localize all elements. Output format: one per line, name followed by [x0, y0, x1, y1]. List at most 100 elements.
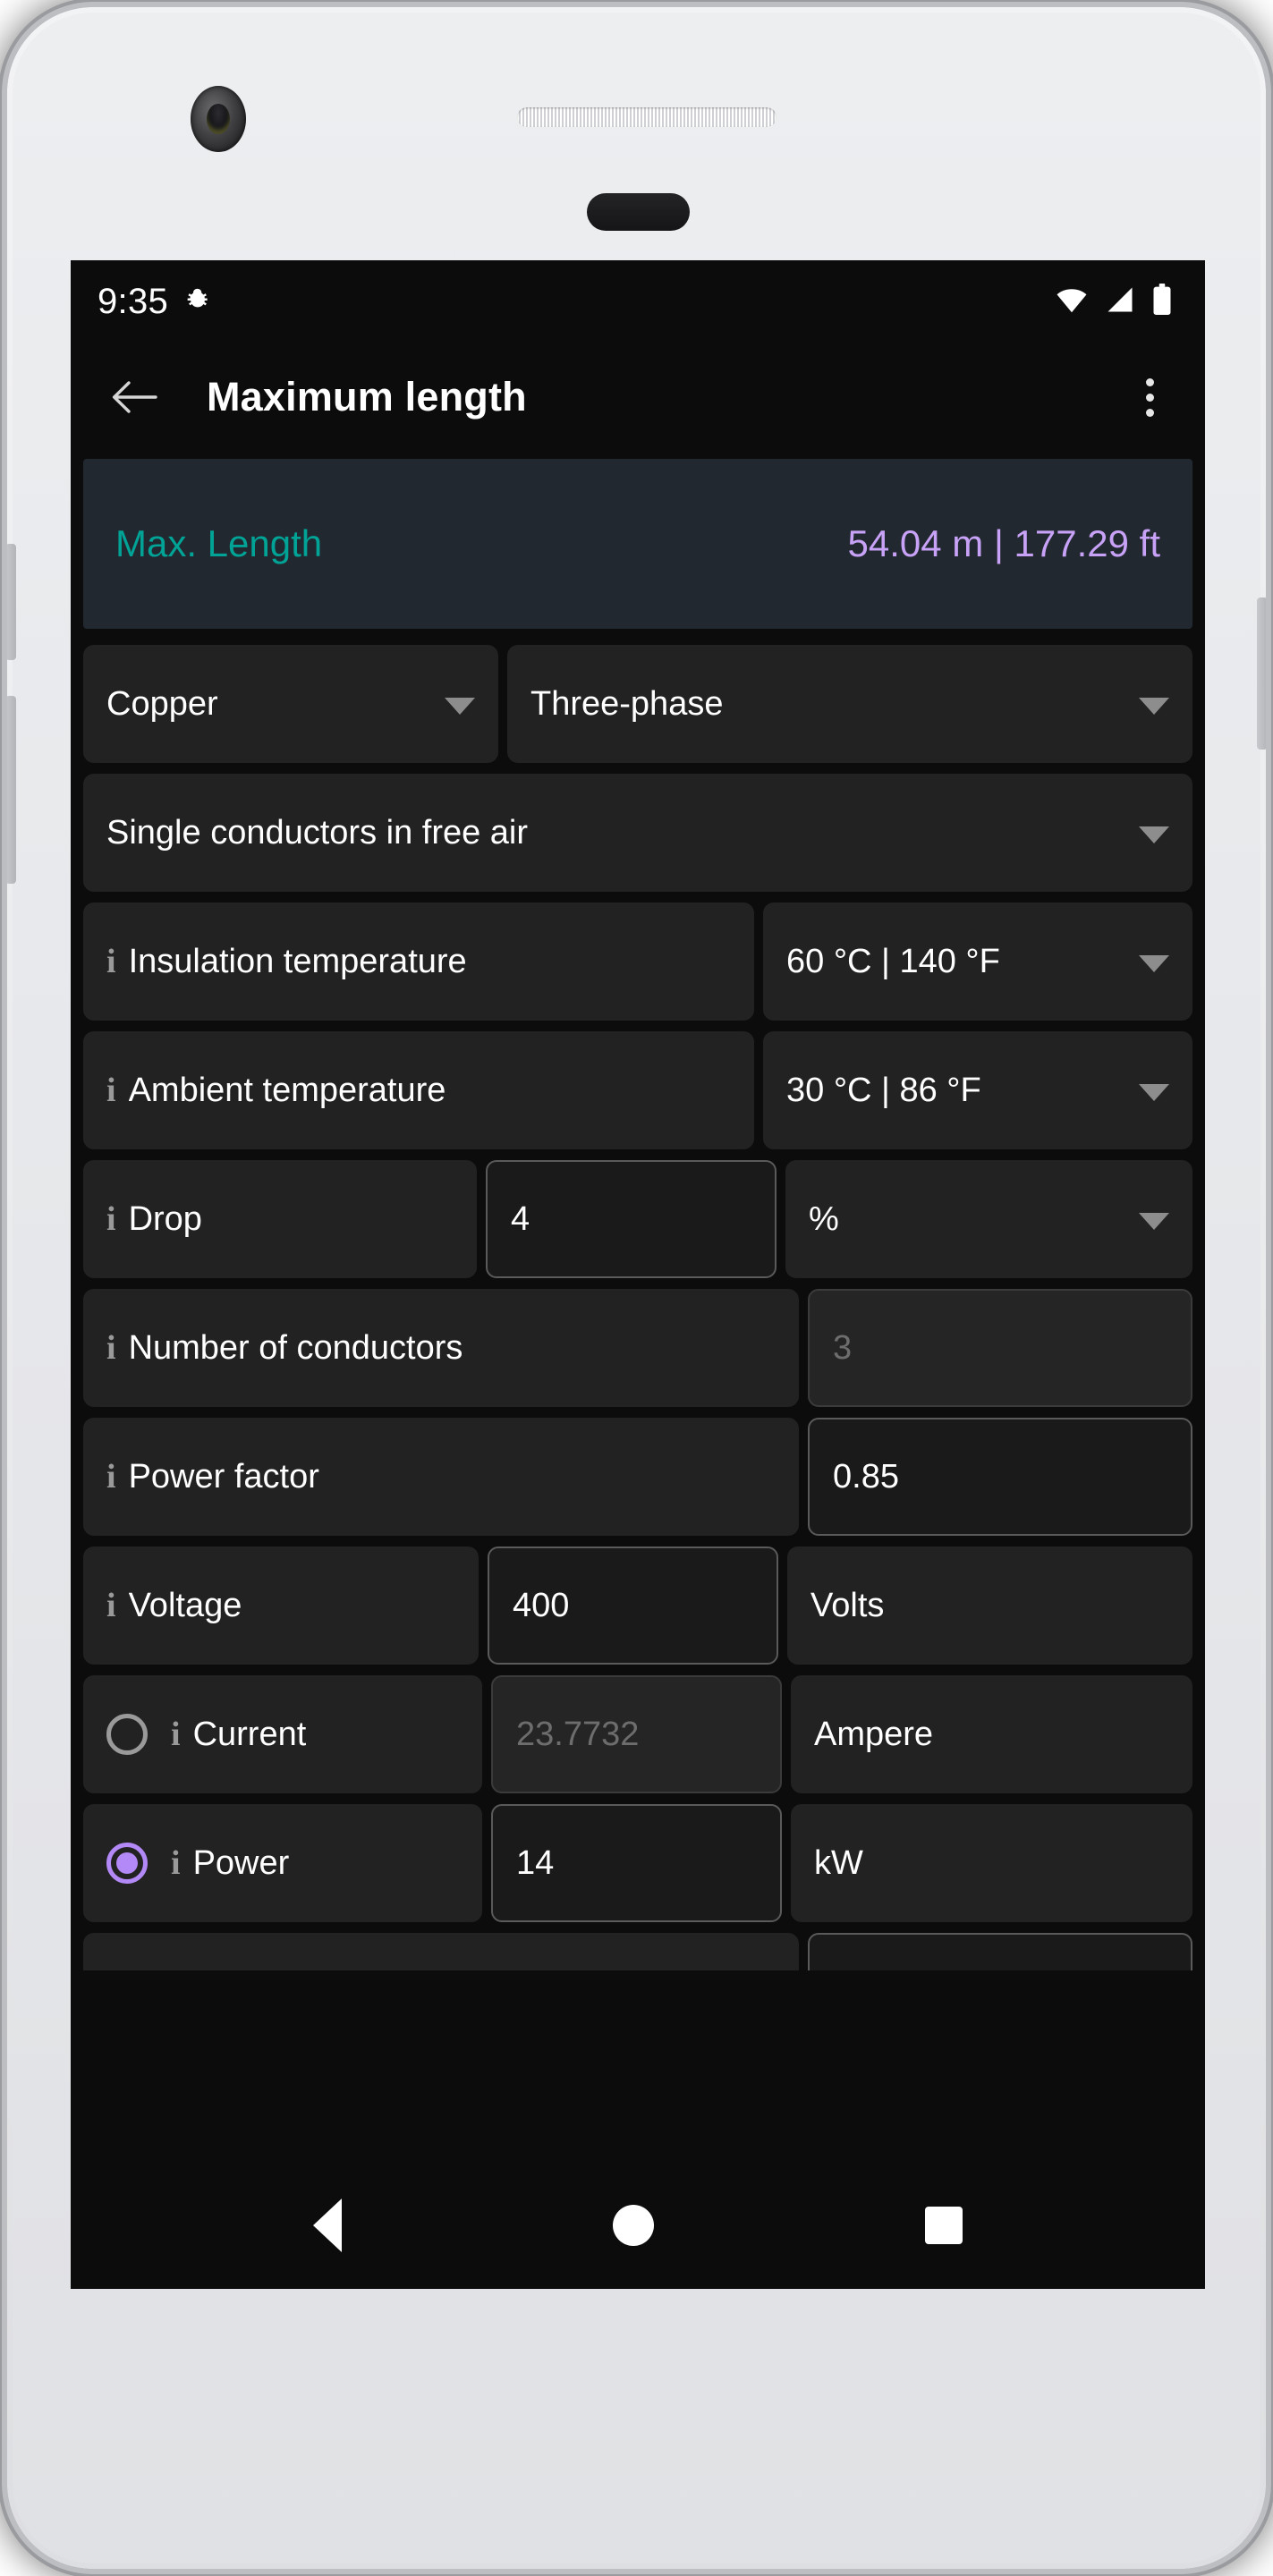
- power-label: Power: [192, 1843, 290, 1882]
- insulation-temperature-dropdown[interactable]: 60 °C | 140 °F: [763, 902, 1192, 1021]
- back-triangle-icon[interactable]: [313, 2199, 343, 2252]
- current-input[interactable]: 23.7732: [491, 1675, 782, 1793]
- power-input[interactable]: 14: [491, 1804, 782, 1922]
- current-unit-cell: Ampere: [791, 1675, 1192, 1793]
- correction-factor-input[interactable]: 1: [808, 1933, 1192, 1970]
- installation-dropdown[interactable]: Single conductors in free air: [83, 774, 1192, 892]
- info-icon[interactable]: i: [106, 1199, 116, 1239]
- insulation-temperature-label-cell[interactable]: i Insulation temperature: [83, 902, 754, 1021]
- power-factor-label-cell[interactable]: i Power factor: [83, 1418, 799, 1536]
- current-unit: Ampere: [814, 1715, 934, 1753]
- status-bar-right: [1055, 283, 1173, 320]
- volume-button[interactable]: [7, 696, 16, 884]
- bug-icon: [182, 286, 213, 317]
- row-power-factor: i Power factor 0.85: [83, 1418, 1192, 1536]
- ambient-temperature-label: Ambient temperature: [128, 1071, 446, 1109]
- page-title: Maximum length: [207, 374, 527, 419]
- current-radio-button[interactable]: [106, 1714, 148, 1755]
- side-button-right[interactable]: [1257, 597, 1266, 750]
- voltage-label: Voltage: [128, 1586, 242, 1624]
- power-unit: kW: [814, 1843, 863, 1882]
- power-unit-cell: kW: [791, 1804, 1192, 1922]
- row-correction-factor: i User Defined Correction Factor 1: [83, 1933, 1192, 1970]
- calculator-form: Max. Length 54.04 m | 177.29 ft Copper T…: [71, 452, 1205, 2162]
- voltage-unit: Volts: [810, 1586, 885, 1624]
- row-power: i Power 14 kW: [83, 1804, 1192, 1922]
- cellular-signal-icon: [1104, 286, 1136, 318]
- overflow-menu-icon[interactable]: [1121, 364, 1178, 430]
- result-value: 54.04 m | 177.29 ft: [847, 522, 1160, 564]
- installation-value: Single conductors in free air: [106, 813, 529, 852]
- voltage-input[interactable]: 400: [488, 1546, 778, 1665]
- row-number-of-conductors: i Number of conductors 3: [83, 1289, 1192, 1407]
- status-time: 9:35: [98, 281, 169, 321]
- status-bar-left: 9:35: [98, 282, 213, 322]
- power-radio-button[interactable]: [106, 1843, 148, 1884]
- app-bar: Maximum length: [71, 343, 1205, 452]
- conductors-label: Number of conductors: [128, 1328, 463, 1367]
- conductors-input[interactable]: 3: [808, 1289, 1192, 1407]
- drop-label-cell[interactable]: i Drop: [83, 1160, 477, 1278]
- insulation-temperature-value: 60 °C | 140 °F: [786, 942, 1000, 980]
- row-material-phase: Copper Three-phase: [83, 645, 1192, 763]
- info-icon[interactable]: i: [106, 1328, 116, 1368]
- material-dropdown[interactable]: Copper: [83, 645, 498, 763]
- overflow-dot: [1145, 393, 1154, 402]
- drop-label: Drop: [128, 1199, 202, 1238]
- wifi-icon: [1055, 286, 1089, 318]
- info-icon[interactable]: i: [106, 942, 116, 981]
- info-icon[interactable]: i: [106, 1457, 116, 1496]
- chevron-down-icon: [1139, 955, 1169, 972]
- material-value: Copper: [106, 684, 218, 723]
- row-insulation-temperature: i Insulation temperature 60 °C | 140 °F: [83, 902, 1192, 1021]
- chevron-down-icon: [1139, 826, 1169, 843]
- proximity-sensor: [587, 193, 690, 231]
- drop-value: 4: [511, 1199, 530, 1238]
- insulation-temperature-label: Insulation temperature: [128, 942, 467, 980]
- back-arrow-icon[interactable]: [101, 364, 167, 430]
- power-factor-input[interactable]: 0.85: [808, 1418, 1192, 1536]
- voltage-unit-cell: Volts: [787, 1546, 1192, 1665]
- info-icon[interactable]: i: [106, 1586, 116, 1625]
- result-banner: Max. Length 54.04 m | 177.29 ft: [83, 459, 1192, 629]
- conductors-label-cell[interactable]: i Number of conductors: [83, 1289, 799, 1407]
- current-value: 23.7732: [516, 1715, 640, 1753]
- conductors-value: 3: [833, 1328, 853, 1367]
- status-bar: 9:35: [71, 260, 1205, 343]
- drop-input[interactable]: 4: [486, 1160, 777, 1278]
- info-icon[interactable]: i: [171, 1715, 181, 1754]
- row-drop: i Drop 4 %: [83, 1160, 1192, 1278]
- drop-unit-dropdown[interactable]: %: [785, 1160, 1192, 1278]
- current-label: Current: [192, 1715, 307, 1753]
- info-icon[interactable]: i: [106, 1071, 116, 1110]
- ambient-temperature-dropdown[interactable]: 30 °C | 86 °F: [763, 1031, 1192, 1149]
- current-label-cell[interactable]: i Current: [83, 1675, 482, 1793]
- recents-square-icon[interactable]: [924, 2207, 963, 2244]
- ambient-temperature-label-cell[interactable]: i Ambient temperature: [83, 1031, 754, 1149]
- info-icon[interactable]: i: [171, 1843, 181, 1883]
- row-ambient-temperature: i Ambient temperature 30 °C | 86 °F: [83, 1031, 1192, 1149]
- row-installation: Single conductors in free air: [83, 774, 1192, 892]
- chevron-down-icon: [1139, 1213, 1169, 1230]
- overflow-dot: [1145, 408, 1154, 417]
- phone-screen: 9:35 Maximum length Max. Length 54.04 m …: [71, 260, 1205, 2289]
- row-current: i Current 23.7732 Ampere: [83, 1675, 1192, 1793]
- correction-factor-label-cell[interactable]: i User Defined Correction Factor: [83, 1933, 799, 1970]
- drop-unit: %: [809, 1199, 839, 1238]
- front-camera-icon: [191, 86, 246, 152]
- power-value: 14: [516, 1843, 555, 1882]
- android-navigation-bar: [71, 2162, 1205, 2289]
- phase-value: Three-phase: [530, 684, 724, 723]
- battery-full-icon: [1151, 283, 1173, 320]
- overflow-dot: [1145, 377, 1154, 386]
- phase-dropdown[interactable]: Three-phase: [507, 645, 1192, 763]
- chevron-down-icon: [1139, 1084, 1169, 1101]
- power-factor-label: Power factor: [128, 1457, 319, 1496]
- power-label-cell[interactable]: i Power: [83, 1804, 482, 1922]
- power-button[interactable]: [7, 544, 16, 660]
- power-factor-value: 0.85: [833, 1457, 899, 1496]
- voltage-label-cell[interactable]: i Voltage: [83, 1546, 479, 1665]
- chevron-down-icon: [445, 698, 475, 715]
- chevron-down-icon: [1139, 698, 1169, 715]
- home-circle-icon[interactable]: [612, 2205, 654, 2246]
